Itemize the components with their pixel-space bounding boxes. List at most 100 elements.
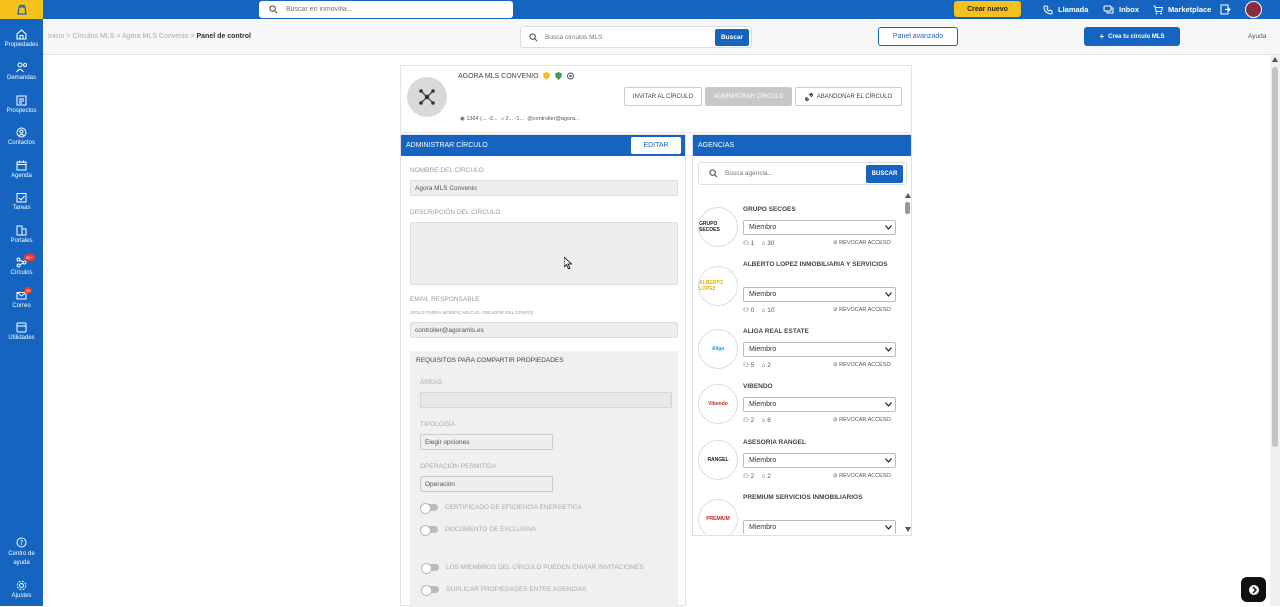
sidebar-item-label: Correo [12,303,31,309]
email-label: EMAIL RESPONSABLE [410,296,480,303]
sidebar-item-label: Propiedades [4,42,39,48]
agency-role-select[interactable]: Miembro [743,453,896,468]
agency-search[interactable]: BUSCAR [698,162,907,185]
descripcion-label: DESCRIPCIÓN DEL CÍRCULO [410,209,501,216]
sidebar-item-centro-ayuda[interactable]: ? Centro de ayuda [0,537,43,568]
revoke-icon: ⊘ [833,417,838,423]
operacion-select[interactable]: Operación [420,476,553,492]
agency-scrollbar-thumb[interactable] [905,202,910,214]
agency-count-a: 0 [750,307,755,314]
revoke-icon: ⊘ [833,240,838,246]
circle-name: AGORA MLS CONVENIO [458,72,575,80]
agency-count-a: 2 [750,473,755,480]
ayuda-link[interactable]: Ayuda [1248,33,1266,40]
editar-button[interactable]: EDITAR [631,137,681,154]
page-scrollbar-thumb[interactable] [1272,67,1278,447]
chevron-down-icon [885,225,892,230]
chat-fab-button[interactable] [1241,577,1266,602]
areas-field[interactable] [420,392,672,408]
invitar-button[interactable]: INVITAR AL CÍRCULO [624,87,702,106]
agency-search-button[interactable]: BUSCAR [866,165,903,183]
toggle-row-invitaciones: LOS MIEMBROS DEL CÍRCULO PUEDEN ENVIAR I… [421,563,644,574]
crear-nuevo-button[interactable]: Crear nuevo [954,1,1021,17]
sidebar-item-portales[interactable]: Portales [0,225,43,244]
chevron-down-icon [885,292,892,297]
sidebar-item-label: Centro de ayuda [8,551,35,566]
agency-meta: ⚇ 5 ⌂ 2 [743,361,771,369]
stat-email: @controller@agora... [527,116,580,122]
descripcion-field[interactable] [410,222,678,285]
settings-icon [16,580,27,591]
sidebar-item-tareas[interactable]: Tareas [0,192,43,211]
sidebar-item-agenda[interactable]: Agenda [0,160,43,179]
inbox-nav[interactable]: Inbox [1103,0,1139,19]
abandonar-button[interactable]: ABANDONAR EL CÍRCULO [795,87,902,106]
revocar-label: REVOCAR ACCESO [839,362,891,368]
agency-role-select[interactable]: Miembro [743,220,896,235]
sidebar-item-prospectos[interactable]: Prospectos [0,95,43,114]
global-search[interactable] [259,1,513,18]
sidebar-item-ajustes[interactable]: Ajustes [0,580,43,599]
sidebar-item-utilidades[interactable]: Utilidades [0,322,43,341]
user-avatar[interactable] [1245,1,1262,18]
revocar-acceso-link[interactable]: ⊘ REVOCAR ACCESO [833,240,891,246]
agency-logo: Aliga [698,329,738,369]
cursor-icon [564,257,572,269]
agency-role-select[interactable]: Miembro [743,520,896,534]
email-field[interactable]: controller@agoramls.es [410,322,678,338]
exclusiva-toggle[interactable] [420,525,438,536]
home-small-icon: ⌂ [761,307,766,314]
sidebar-item-demandas[interactable]: Demandas [0,62,43,81]
agency-meta: ⚇ 2 ⌂ 8 [743,416,771,424]
certificado-toggle[interactable] [420,503,438,514]
agency-search-input[interactable] [725,170,855,177]
logout-icon [1220,4,1231,15]
duplicar-toggle[interactable] [421,585,439,596]
unlink-icon [804,92,813,101]
circle-search-button[interactable]: Buscar [715,29,749,46]
top-bar: Crear nuevo Llamada Inbox Marketplace [0,0,1280,19]
sidebar-item-correo[interactable]: 29 Correo [0,287,43,309]
panel-avanzado-button[interactable]: Panel avanzado [878,27,958,46]
agencias-title: AGENCIAS [698,142,735,149]
circle-search[interactable]: Buscar [520,26,752,48]
agency-logo: RANGEL [698,440,738,480]
agencias-panel: AGENCIAS BUSCAR GRUPO SECOESGRUPO SECOES… [692,134,912,536]
agency-role-select[interactable]: Miembro [743,397,896,412]
global-search-input[interactable] [286,6,486,13]
tipologia-select[interactable]: Elegir opciones [420,434,553,450]
breadcrumb-agora[interactable]: Agora MLS Convenio [122,33,189,40]
sidebar-item-propiedades[interactable]: Propiedades [0,29,43,48]
home-small-icon: ⌂ [500,116,504,122]
revocar-acceso-link[interactable]: ⊘ REVOCAR ACCESO [833,307,891,313]
home-small-icon: ⌂ [761,417,766,424]
marketplace-nav[interactable]: Marketplace [1153,0,1211,19]
sidebar-item-circulos[interactable]: 99+ Círculos [0,254,43,276]
agency-role-select[interactable]: Miembro [743,342,896,357]
breadcrumb-circulos[interactable]: Círculos MLS [72,33,114,40]
svg-text:?: ? [20,539,24,547]
nombre-field[interactable]: Agora MLS Convenio [410,180,678,196]
revocar-acceso-link[interactable]: ⊘ REVOCAR ACCESO [833,417,891,423]
breadcrumb-inicio[interactable]: Inicio [48,33,64,40]
agency-name: PREMIUM SERVICIOS INMOBILIARIOS [743,494,863,501]
administrar-button[interactable]: ADMINISTRAR CÍRCULO [705,87,792,106]
agency-list-scrollbar[interactable] [904,191,912,534]
sidebar-item-contactos[interactable]: Contactos [0,127,43,146]
revocar-acceso-link[interactable]: ⊘ REVOCAR ACCESO [833,473,891,479]
agency-role-value: Miembro [749,346,777,353]
nombre-label: NOMBRE DEL CÍRCULO [410,167,484,174]
agency-role-select[interactable]: Miembro [743,287,896,302]
revocar-acceso-link[interactable]: ⊘ REVOCAR ACCESO [833,362,891,368]
invitaciones-toggle[interactable] [421,563,439,574]
crea-circulo-button[interactable]: + Crea tu círculo MLS [1084,27,1180,46]
llamada-nav[interactable]: Llamada [1043,0,1088,19]
agency-logo: Vibendo [698,384,738,424]
page-scrollbar[interactable] [1270,55,1280,606]
scroll-up-icon [1272,57,1278,62]
circle-search-input[interactable] [545,33,705,41]
exit-button[interactable] [1220,0,1236,19]
agency-count-a: 1 [750,240,755,247]
sidebar-item-label: Demandas [6,75,36,81]
app-logo[interactable] [0,0,43,19]
